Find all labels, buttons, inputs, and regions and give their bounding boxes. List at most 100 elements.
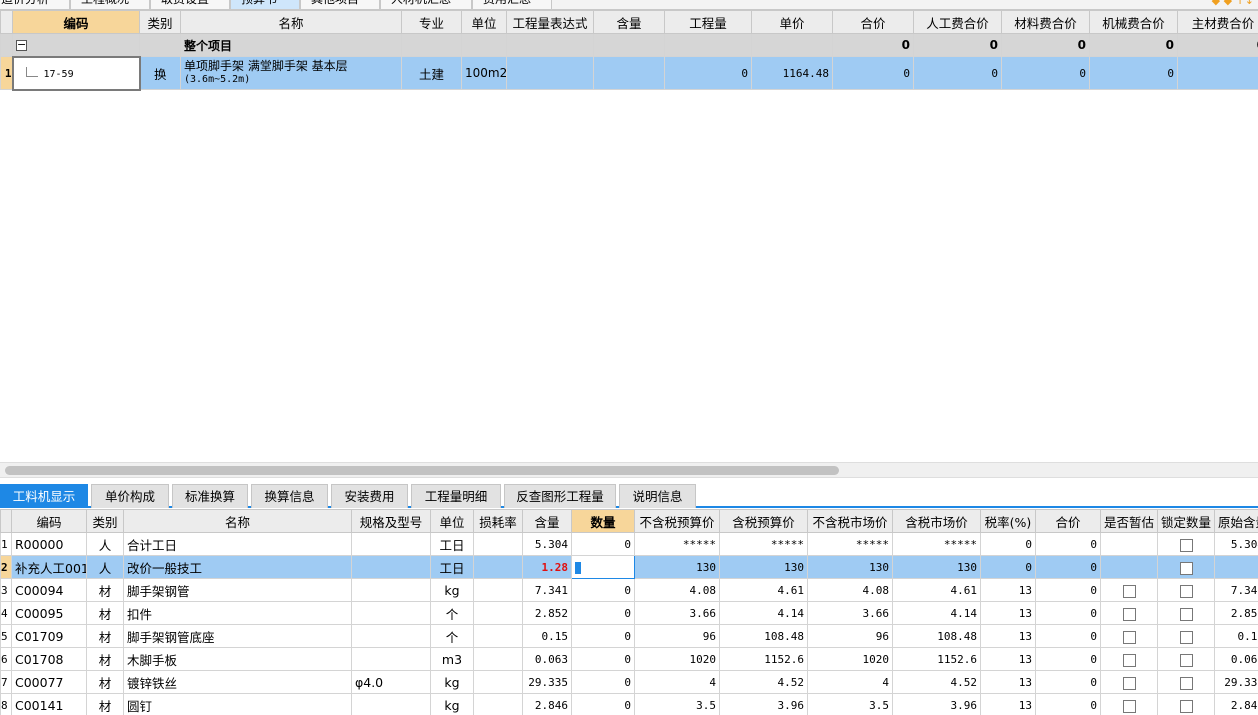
row-p1[interactable]: ***** <box>634 532 720 556</box>
row-estimate[interactable] <box>1100 693 1158 715</box>
row-unit[interactable]: kg <box>430 670 474 694</box>
table-row[interactable]: 3 C00094 材 脚手架钢管 kg 7.341 0 4.08 4.61 4.… <box>0 578 1258 602</box>
row-lock[interactable] <box>1157 647 1215 671</box>
row-tax[interactable]: 13 <box>980 670 1036 694</box>
row-tax[interactable]: 13 <box>980 693 1036 715</box>
row-quantity[interactable]: 0 <box>571 578 635 602</box>
row-name[interactable]: 圆钉 <box>123 693 352 715</box>
tab-installation-fee[interactable]: 安装费用 <box>331 484 408 508</box>
row-p3[interactable]: ***** <box>807 532 893 556</box>
row-estimate[interactable] <box>1100 578 1158 602</box>
row-spec[interactable] <box>351 532 431 556</box>
row-p4[interactable]: 130 <box>892 555 981 579</box>
row-p2[interactable]: 3.96 <box>719 693 808 715</box>
top-tab-labor-material-summary[interactable]: 人材机汇总 <box>380 0 472 9</box>
row-p1[interactable]: 3.66 <box>634 601 720 625</box>
row-p3[interactable]: 3.66 <box>807 601 893 625</box>
row-p2[interactable]: 4.52 <box>719 670 808 694</box>
row-loss[interactable] <box>473 601 523 625</box>
table-row[interactable]: 4 C00095 材 扣件 个 2.852 0 3.66 4.14 3.66 4… <box>0 601 1258 625</box>
row-name[interactable]: 改价一般技工 <box>123 555 352 579</box>
row-p4[interactable]: 4.52 <box>892 670 981 694</box>
row-number[interactable]: 3 <box>0 578 12 602</box>
row-quantity[interactable]: 0 <box>571 647 635 671</box>
lock-checkbox[interactable] <box>1179 630 1193 644</box>
row-estimate[interactable] <box>1100 647 1158 671</box>
collapse-toggle[interactable]: − <box>12 33 140 57</box>
row-code[interactable]: C01708 <box>11 647 87 671</box>
row-content[interactable]: 2.852 <box>522 601 572 625</box>
row-p4[interactable]: 1152.6 <box>892 647 981 671</box>
row-lock[interactable] <box>1157 670 1215 694</box>
row-spec[interactable] <box>351 601 431 625</box>
row-unit[interactable]: 个 <box>430 624 474 648</box>
row-unit[interactable]: m3 <box>430 647 474 671</box>
row-estimate[interactable] <box>1100 624 1158 648</box>
row-p3[interactable]: 4 <box>807 670 893 694</box>
row-spec[interactable] <box>351 555 431 579</box>
lock-checkbox[interactable] <box>1179 699 1193 713</box>
header-main-material-total[interactable]: 主材费合价 <box>1177 10 1258 34</box>
toolbar-icons[interactable]: ◆ ◆ ↑↓ <box>1212 0 1254 7</box>
table-row[interactable]: 7 C00077 材 镀锌铁丝 φ4.0 kg 29.335 0 4 4.52 … <box>0 670 1258 694</box>
row-number[interactable]: 2 <box>0 555 12 579</box>
lock-checkbox[interactable] <box>1179 584 1193 598</box>
col-tax-rate[interactable]: 税率(%) <box>980 509 1036 533</box>
row-number[interactable]: 1 <box>0 532 12 556</box>
row-type[interactable]: 人 <box>86 555 124 579</box>
row-tax[interactable]: 13 <box>980 624 1036 648</box>
row-number[interactable]: 6 <box>0 647 12 671</box>
row-code[interactable]: C00077 <box>11 670 87 694</box>
row-type[interactable]: 材 <box>86 670 124 694</box>
row-estimate[interactable] <box>1100 601 1158 625</box>
row-p4[interactable]: 4.61 <box>892 578 981 602</box>
row-spec[interactable]: φ4.0 <box>351 670 431 694</box>
row-loss[interactable] <box>473 693 523 715</box>
row-p1[interactable]: 1020 <box>634 647 720 671</box>
row-p4[interactable]: 3.96 <box>892 693 981 715</box>
row-unit[interactable]: 工日 <box>430 532 474 556</box>
top-tab-overview[interactable]: 工程概况 <box>70 0 150 9</box>
row-p2[interactable]: 1152.6 <box>719 647 808 671</box>
row-p2[interactable]: ***** <box>719 532 808 556</box>
table-row[interactable]: 6 C01708 材 木脚手板 m3 0.063 0 1020 1152.6 1… <box>0 647 1258 671</box>
row-p2[interactable]: 108.48 <box>719 624 808 648</box>
row-type[interactable]: 材 <box>86 647 124 671</box>
header-labor-total[interactable]: 人工费合价 <box>913 10 1002 34</box>
row-code[interactable]: C00094 <box>11 578 87 602</box>
row-lock[interactable] <box>1157 532 1215 556</box>
col-is-estimate[interactable]: 是否暂估 <box>1100 509 1158 533</box>
row-lock[interactable] <box>1157 578 1215 602</box>
lock-checkbox[interactable] <box>1179 607 1193 621</box>
top-tab-budget[interactable]: 预算书 <box>230 0 300 9</box>
row-content[interactable]: 29.335 <box>522 670 572 694</box>
tab-quantity-details[interactable]: 工程量明细 <box>411 484 501 508</box>
horizontal-scrollbar[interactable] <box>0 462 1258 478</box>
row-type[interactable]: 材 <box>86 624 124 648</box>
top-tab-other-items[interactable]: 其他项目 <box>300 0 380 9</box>
col-name[interactable]: 名称 <box>123 509 352 533</box>
row-p3[interactable]: 130 <box>807 555 893 579</box>
row-loss[interactable] <box>473 647 523 671</box>
col-content[interactable]: 含量 <box>522 509 572 533</box>
col-taxed-budget-price[interactable]: 含税预算价 <box>719 509 808 533</box>
estimate-checkbox[interactable] <box>1122 630 1136 644</box>
estimate-checkbox[interactable] <box>1122 653 1136 667</box>
col-taxed-market-price[interactable]: 含税市场价 <box>892 509 981 533</box>
row-content-modified[interactable]: 1.28 <box>522 555 572 579</box>
item-type[interactable]: 换 <box>139 56 181 90</box>
row-loss[interactable] <box>473 555 523 579</box>
row-unit[interactable]: kg <box>430 578 474 602</box>
item-unit[interactable]: 100m2 <box>461 56 507 90</box>
row-loss[interactable] <box>473 532 523 556</box>
lock-checkbox[interactable] <box>1179 538 1193 552</box>
item-row[interactable]: 1 17-59 换 单项脚手架 满堂脚手架 基本层 (3.6m~5.2m) 土建… <box>0 55 1258 91</box>
col-quantity[interactable]: 数量 <box>571 509 635 533</box>
row-p1[interactable]: 3.5 <box>634 693 720 715</box>
table-row[interactable]: 8 C00141 材 圆钉 kg 2.846 0 3.5 3.96 3.5 3.… <box>0 693 1258 715</box>
header-name[interactable]: 名称 <box>180 10 402 34</box>
row-code[interactable]: 补充人工001 <box>11 555 87 579</box>
row-code[interactable]: C00095 <box>11 601 87 625</box>
header-major[interactable]: 专业 <box>401 10 462 34</box>
col-lock-quantity[interactable]: 锁定数量 <box>1157 509 1215 533</box>
